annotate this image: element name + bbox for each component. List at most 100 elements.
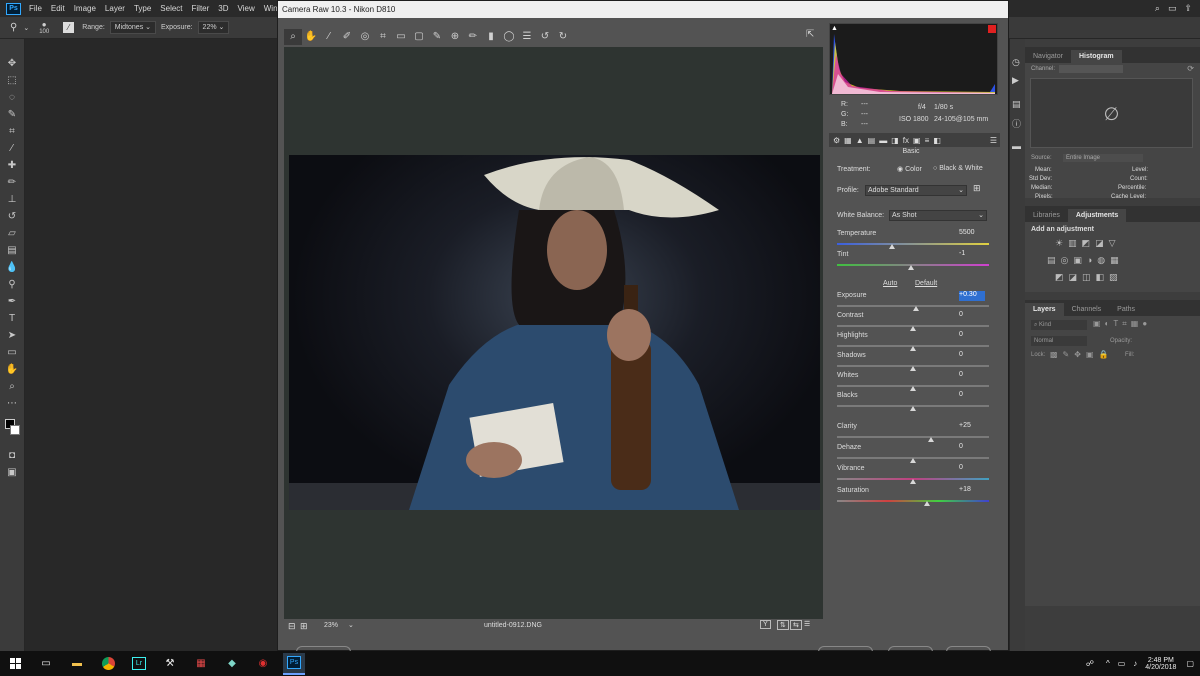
crop-tool-icon[interactable]: ⌗ <box>5 125 19 138</box>
clock[interactable]: 2:48 PM 4/20/2018 <box>1145 657 1176 671</box>
menu-view[interactable]: View <box>238 4 255 13</box>
copy-settings-icon[interactable]: ⇆ <box>790 620 802 630</box>
adjustment-icons-row-3[interactable]: ◩◪◫◧▨ <box>1055 272 1123 283</box>
toggle-defaults-icon[interactable]: ☰ <box>804 620 810 628</box>
refresh-icon[interactable]: ⟳ <box>1187 64 1194 73</box>
gradient-tool-icon[interactable]: ▤ <box>5 244 19 257</box>
slider-temperature[interactable]: Temperature 5500 <box>837 229 989 249</box>
quick-mask-icon[interactable]: ◘ <box>5 449 19 462</box>
hsl-tab-icon[interactable]: ▤ <box>868 136 876 145</box>
swap-settings-icon[interactable]: ⇅ <box>777 620 789 630</box>
highlight-clip-warning-icon[interactable] <box>988 25 996 33</box>
notifications-icon[interactable]: ▢ <box>1186 659 1194 668</box>
calibration-tab-icon[interactable]: ▣ <box>913 136 921 145</box>
slider-thumb[interactable] <box>913 306 920 311</box>
tab-layers[interactable]: Layers <box>1025 303 1064 316</box>
panel-menu-icon[interactable]: ☰ <box>990 136 997 145</box>
cube-app-icon[interactable]: ◆ <box>221 653 243 675</box>
slider-value-field[interactable]: 0 <box>959 464 985 474</box>
white-balance-select[interactable]: As Shot ⌄ <box>889 210 987 221</box>
straighten-tool-icon[interactable]: ▭ <box>392 29 410 45</box>
shadow-clip-warning-icon[interactable]: ▲ <box>831 25 838 32</box>
snapshots-tab-icon[interactable]: ◧ <box>933 136 941 145</box>
blend-mode-select[interactable]: Normal <box>1031 336 1087 346</box>
eraser-tool-icon[interactable]: ▱ <box>5 227 19 240</box>
background-color-swatch[interactable] <box>10 425 20 435</box>
volume-icon[interactable]: ♪ <box>1133 659 1137 668</box>
info-icon[interactable]: ⓘ <box>1012 117 1021 130</box>
brush-size-picker[interactable]: ● 100 <box>39 20 49 35</box>
tab-histogram[interactable]: Histogram <box>1070 50 1122 63</box>
menu-layer[interactable]: Layer <box>105 4 125 13</box>
radial-filter-icon[interactable]: ◯ <box>500 29 518 45</box>
crop-tool-icon[interactable]: ⌗ <box>374 29 392 45</box>
slider-value-field[interactable]: -1 <box>959 250 985 260</box>
slider-value-field[interactable]: 0 <box>959 391 985 401</box>
hand-tool-icon[interactable]: ✋ <box>302 29 320 45</box>
slider-vibrance[interactable]: Vibrance 0 <box>837 464 989 484</box>
slider-value-field[interactable]: +0.30 <box>959 291 985 301</box>
slider-thumb[interactable] <box>923 501 930 506</box>
transform-tool-icon[interactable]: ▢ <box>410 29 428 45</box>
more-tools-icon[interactable]: ⋯ <box>5 397 19 410</box>
graduated-filter-icon[interactable]: ▮ <box>482 29 500 45</box>
menu-file[interactable]: File <box>29 4 42 13</box>
zoom-dropdown-icon[interactable]: ⌄ <box>348 621 354 629</box>
slider-highlights[interactable]: Highlights 0 <box>837 331 989 351</box>
slider-thumb[interactable] <box>910 366 916 371</box>
brush-tool-icon[interactable]: ✏ <box>5 176 19 189</box>
treatment-color-radio[interactable]: ◉ Color <box>897 165 922 173</box>
dodge-tool-side-icon[interactable]: ⚲ <box>5 278 19 291</box>
fullscreen-icon[interactable]: ⇱ <box>806 29 814 40</box>
task-view-icon[interactable]: ▭ <box>35 653 57 675</box>
menu-3d[interactable]: 3D <box>218 4 228 13</box>
zoom-tool-icon[interactable]: ⌕ <box>284 29 302 45</box>
tab-navigator[interactable]: Navigator <box>1025 50 1071 63</box>
slider-whites[interactable]: Whites 0 <box>837 371 989 391</box>
menu-select[interactable]: Select <box>160 4 182 13</box>
slider-track[interactable] <box>837 500 989 502</box>
chrome-icon[interactable] <box>97 653 119 675</box>
creative-cloud-icon[interactable]: ◉ <box>252 653 274 675</box>
slider-dehaze[interactable]: Dehaze 0 <box>837 443 989 463</box>
targeted-adjust-icon[interactable]: ◎ <box>356 29 374 45</box>
adjustment-icons-row-1[interactable]: ☀▥◩◪▽ <box>1055 238 1121 249</box>
properties-icon[interactable]: ▤ <box>1012 99 1021 110</box>
blur-tool-icon[interactable]: 💧 <box>5 261 19 274</box>
grid-app-icon[interactable]: ▦ <box>190 653 212 675</box>
history-brush-icon[interactable]: ↺ <box>5 210 19 223</box>
comments-icon[interactable]: ▬ <box>1012 141 1021 151</box>
dodge-tool-icon[interactable]: ⚲ <box>10 22 17 33</box>
menu-edit[interactable]: Edit <box>51 4 65 13</box>
tab-adjustments[interactable]: Adjustments <box>1067 209 1127 222</box>
photoshop-logo[interactable]: Ps <box>6 2 21 15</box>
zoom-in-icon[interactable]: ⊞ <box>300 621 308 632</box>
rotate-right-icon[interactable]: ↻ <box>554 29 572 45</box>
slider-thumb[interactable] <box>910 406 916 411</box>
tone-curve-tab-icon[interactable]: ▦ <box>844 136 852 145</box>
tab-paths[interactable]: Paths <box>1109 303 1143 316</box>
marquee-tool-icon[interactable]: ⬚ <box>5 74 19 87</box>
move-tool-icon[interactable]: ✥ <box>5 57 19 70</box>
channel-select[interactable] <box>1059 65 1123 73</box>
slider-thumb[interactable] <box>910 479 916 484</box>
zoom-tool-icon[interactable]: ⌕ <box>5 380 19 393</box>
layer-filter-icons[interactable]: ▣◐T⌗▦● <box>1093 319 1151 329</box>
red-eye-icon[interactable]: ⊕ <box>446 29 464 45</box>
photoshop-taskbar-icon[interactable]: Ps <box>283 652 305 675</box>
layer-filter-select[interactable]: ⌕ Kind <box>1031 320 1087 330</box>
brush-settings-icon[interactable]: ⁄ <box>63 22 75 33</box>
tool-preset-dropdown[interactable]: ⌄ <box>23 24 29 32</box>
spot-removal-icon[interactable]: ✎ <box>428 29 446 45</box>
tray-chevron-icon[interactable]: ^ <box>1106 659 1110 668</box>
slider-value-field[interactable]: 0 <box>959 443 985 453</box>
slider-contrast[interactable]: Contrast 0 <box>837 311 989 331</box>
slider-thumb[interactable] <box>888 244 895 249</box>
lock-icons[interactable]: ▩✎✥▣🔒 <box>1050 350 1113 359</box>
before-after-y-icon[interactable]: Y <box>760 620 771 629</box>
slider-clarity[interactable]: Clarity +25 <box>837 422 989 442</box>
slider-saturation[interactable]: Saturation +18 <box>837 486 989 506</box>
slider-blacks[interactable]: Blacks 0 <box>837 391 989 411</box>
rotate-left-icon[interactable]: ↺ <box>536 29 554 45</box>
preferences-icon[interactable]: ☰ <box>518 29 536 45</box>
